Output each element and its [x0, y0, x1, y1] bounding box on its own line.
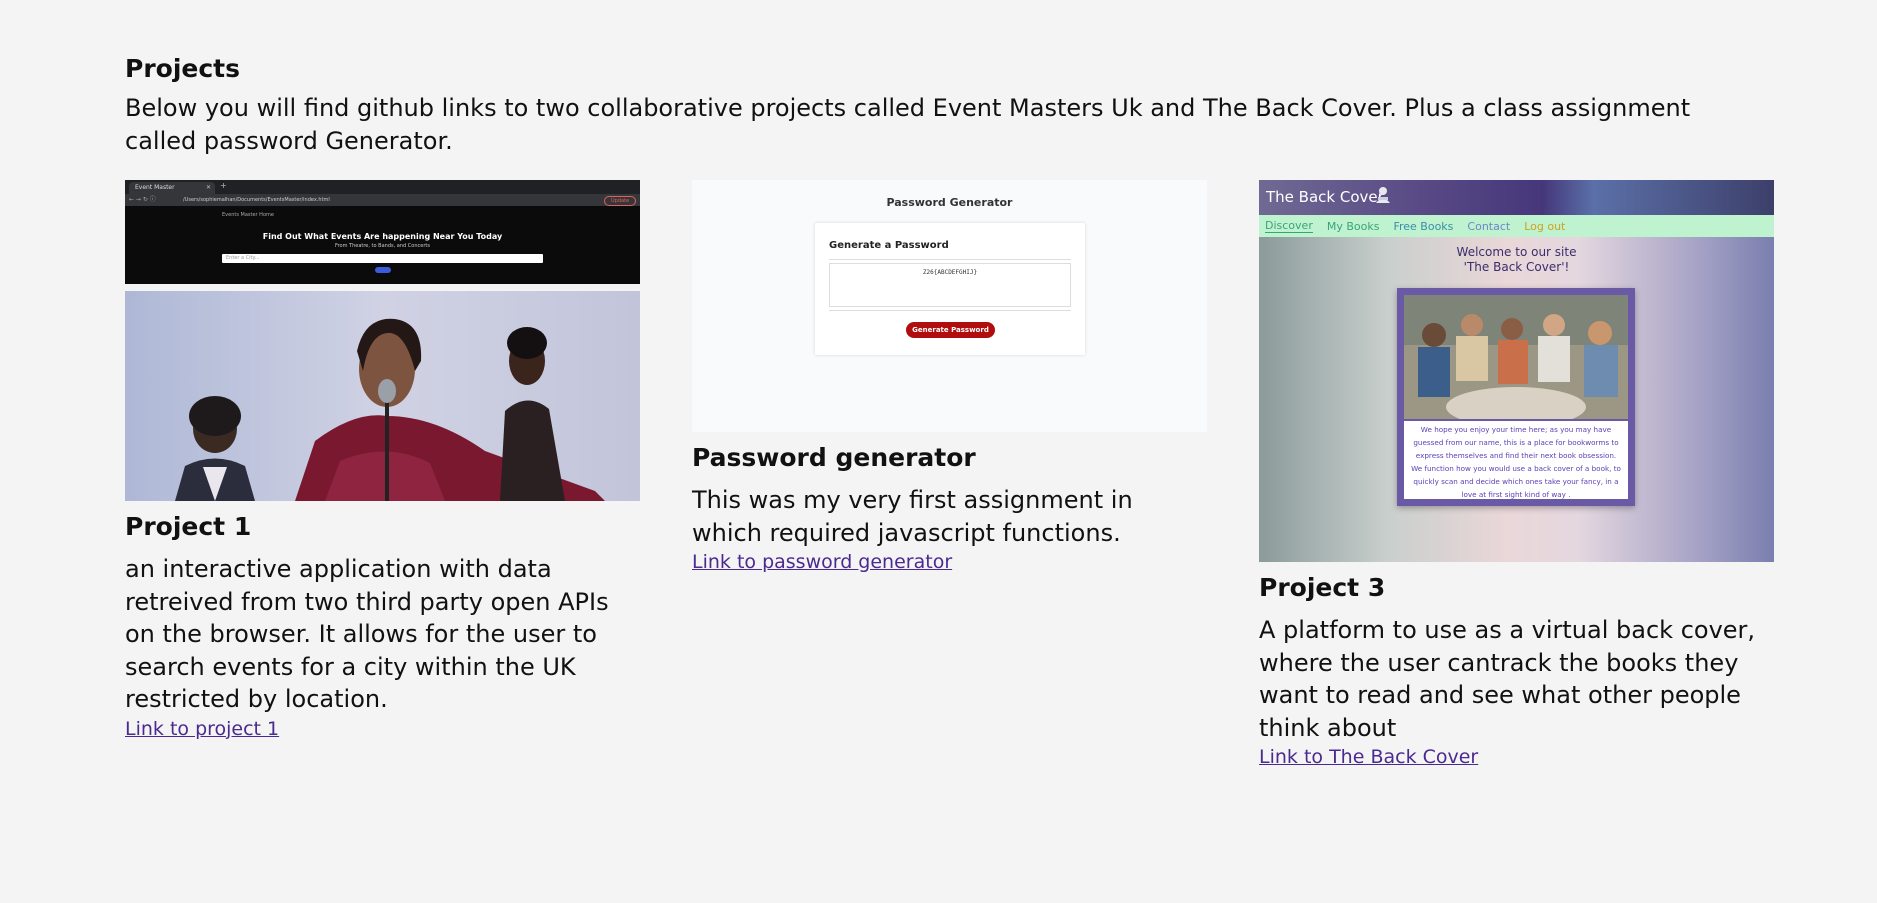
- bc-blurb: We hope you enjoy your time here; as you…: [1404, 421, 1628, 499]
- project-card-1: Event Master ✕ + ← → ↻ ⓘ /Users/sophiema…: [125, 180, 640, 771]
- section-intro: Below you will find github links to two …: [125, 94, 1691, 155]
- password-generator-screenshot: Password Generator Generate a Password Z…: [692, 180, 1207, 432]
- bc-nav-contact: Contact: [1467, 219, 1511, 233]
- bookworm-icon: [1376, 187, 1390, 203]
- bc-nav-my-books: My Books: [1326, 219, 1380, 233]
- address-url: /Users/sophiemalhan/Documents/EventsMast…: [183, 197, 330, 203]
- bc-nav-discover: Discover: [1265, 219, 1313, 233]
- projects-section: Projects Below you will find github link…: [125, 52, 1775, 158]
- project-1-link[interactable]: Link to project 1: [125, 716, 279, 743]
- bc-nav: Discover My Books Free Books Contact Log…: [1259, 215, 1774, 237]
- bc-welcome-line-2: 'The Back Cover'!: [1463, 260, 1570, 274]
- project-description: This was my very first assignment in whi…: [692, 486, 1133, 547]
- back-cover-link[interactable]: Link to The Back Cover: [1259, 744, 1478, 771]
- bc-nav-log-out: Log out: [1524, 219, 1566, 233]
- bc-welcome-line-1: Welcome to our site: [1456, 245, 1577, 259]
- project-description: A platform to use as a virtual back cove…: [1259, 616, 1756, 742]
- plus-icon: +: [220, 181, 227, 190]
- singer-photo-illustration: [125, 291, 640, 501]
- site-menu: Events Master Home: [222, 212, 274, 218]
- back-cover-screenshot: The Back Cover Discover My Books Free Bo…: [1259, 180, 1774, 562]
- bc-logo: The Back Cover: [1266, 188, 1384, 206]
- browser-tab: Event Master ✕: [129, 182, 215, 194]
- address-bar: ← → ↻ ⓘ /Users/sophiemalhan/Documents/Ev…: [125, 194, 640, 206]
- section-title: Projects: [125, 54, 241, 83]
- pg-card-title: Generate a Password: [829, 240, 949, 251]
- browser-tab-label: Event Master: [135, 184, 175, 191]
- singer-photo: [125, 291, 640, 501]
- browser-window: Event Master ✕ + ← → ↻ ⓘ /Users/sophiema…: [125, 180, 640, 284]
- bc-nav-free-books: Free Books: [1393, 219, 1454, 233]
- project-title: Password generator: [692, 443, 976, 472]
- site-heading: Find Out What Events Are happening Near …: [262, 232, 503, 241]
- bc-welcome: Welcome to our site 'The Back Cover'!: [1259, 245, 1774, 275]
- navigation-icons: ← → ↻ ⓘ: [129, 196, 156, 203]
- site-search-button: [375, 267, 391, 273]
- site-subheading: From Theatre, to Bands, and Concerts: [335, 243, 430, 249]
- project-card-2: Password Generator Generate a Password Z…: [692, 180, 1207, 771]
- project-cards: Event Master ✕ + ← → ↻ ⓘ /Users/sophiema…: [125, 180, 1775, 771]
- pg-page-title: Password Generator: [886, 196, 1013, 209]
- password-generator-link[interactable]: Link to password generator: [692, 549, 952, 576]
- update-badge: Update: [604, 196, 636, 206]
- project-1-screenshot: Event Master ✕ + ← → ↻ ⓘ /Users/sophiema…: [125, 180, 640, 501]
- project-title: Project 1: [125, 512, 252, 541]
- site-search-input: Enter a City...: [222, 254, 543, 263]
- bc-header: The Back Cover: [1259, 180, 1774, 215]
- project-description: an interactive application with data ret…: [125, 555, 609, 713]
- pg-generate-button: Generate Password: [906, 322, 995, 338]
- project-card-3: The Back Cover Discover My Books Free Bo…: [1259, 180, 1774, 771]
- pg-output: Z26{ABCDEFGHIJ}: [829, 259, 1071, 311]
- browser-tab-bar: Event Master ✕ +: [125, 180, 640, 194]
- readers-photo-illustration: [1404, 295, 1628, 419]
- bc-feature-frame: We hope you enjoy your time here; as you…: [1397, 288, 1635, 506]
- project-title: Project 3: [1259, 573, 1386, 602]
- pg-password-text: Z26{ABCDEFGHIJ}: [829, 263, 1071, 307]
- pg-card: Generate a Password Z26{ABCDEFGHIJ} Gene…: [815, 223, 1085, 355]
- bc-readers-photo: [1404, 295, 1628, 419]
- close-icon: ✕: [205, 184, 211, 191]
